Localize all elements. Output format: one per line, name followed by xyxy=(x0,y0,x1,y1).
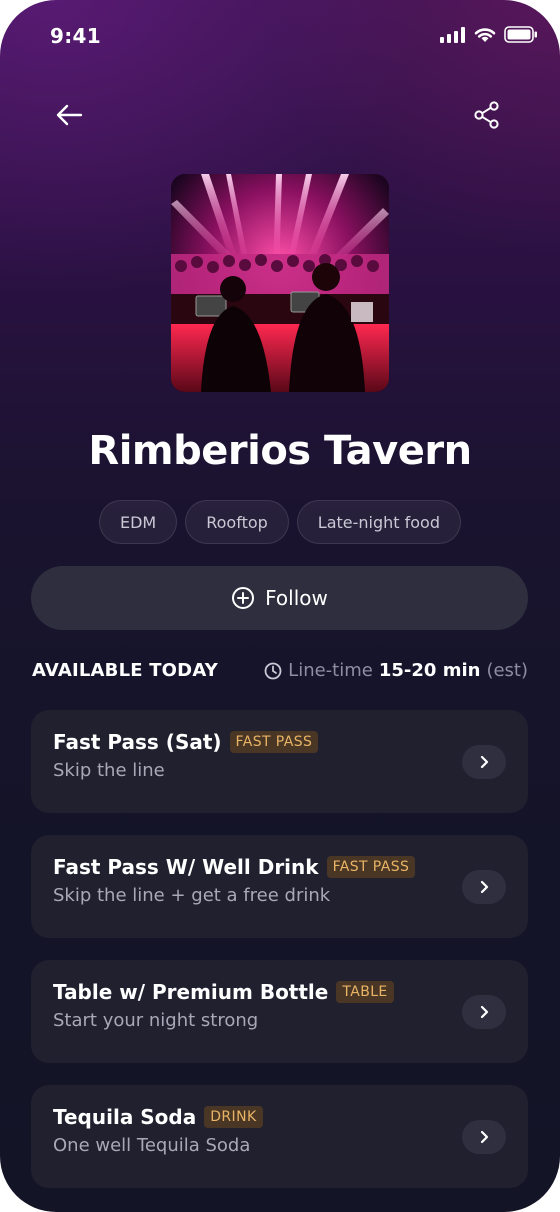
venue-title: Rimberios Tavern xyxy=(88,428,472,474)
tag-chip[interactable]: Late-night food xyxy=(296,500,461,544)
tag-chip[interactable]: EDM xyxy=(99,500,178,544)
share-icon xyxy=(474,101,499,129)
offer-card[interactable]: Fast Pass W/ Well Drink FAST PASS Skip t… xyxy=(31,835,528,938)
offer-badge: FAST PASS xyxy=(229,731,319,753)
phone-screen: 9:41 Rimberios Tavern EDM Rooftop Late-n… xyxy=(0,0,560,1212)
plus-circle-icon xyxy=(232,587,255,609)
venue-tags: EDM Rooftop Late-night food xyxy=(0,500,560,544)
wifi-icon xyxy=(474,27,496,42)
chevron-right-icon xyxy=(480,1130,489,1144)
offer-badge: DRINK xyxy=(204,1106,263,1128)
offer-badge: FAST PASS xyxy=(326,856,416,878)
line-time-note: (est) xyxy=(486,660,528,681)
offer-title: Tequila Soda xyxy=(53,1105,197,1129)
tag-chip[interactable]: Rooftop xyxy=(185,500,289,544)
offer-card[interactable]: Table w/ Premium Bottle TABLE Start your… xyxy=(31,960,528,1063)
offer-subtitle: Skip the line xyxy=(53,760,165,781)
line-time-label: Line-time xyxy=(288,660,373,681)
clock-icon xyxy=(264,662,282,679)
back-button[interactable] xyxy=(50,96,88,134)
offer-title: Fast Pass (Sat) xyxy=(53,730,222,754)
chevron-right-icon xyxy=(480,1005,489,1019)
chevron-right-icon xyxy=(480,755,489,769)
signal-icon xyxy=(440,26,465,43)
offer-list: Fast Pass (Sat) FAST PASS Skip the line … xyxy=(31,710,528,1210)
offer-open-button[interactable] xyxy=(462,995,506,1029)
venue-cover-image xyxy=(171,174,389,392)
battery-icon xyxy=(504,26,537,43)
offer-subtitle: Start your night strong xyxy=(53,1010,259,1031)
line-time-value: 15-20 min xyxy=(378,660,481,681)
chevron-right-icon xyxy=(480,880,489,894)
offer-open-button[interactable] xyxy=(462,1120,506,1154)
arrow-left-icon xyxy=(56,104,83,126)
offer-title: Fast Pass W/ Well Drink xyxy=(53,855,319,879)
line-time: Line-time 15-20 min (est) xyxy=(264,660,528,681)
status-time: 9:41 xyxy=(50,24,101,48)
offer-subtitle: One well Tequila Soda xyxy=(53,1135,251,1156)
offer-title: Table w/ Premium Bottle xyxy=(53,980,329,1004)
offer-subtitle: Skip the line + get a free drink xyxy=(53,885,331,906)
follow-button[interactable]: Follow xyxy=(31,566,528,630)
follow-label: Follow xyxy=(265,586,328,610)
offer-badge: TABLE xyxy=(336,981,394,1003)
offer-card[interactable]: Fast Pass (Sat) FAST PASS Skip the line xyxy=(31,710,528,813)
offer-open-button[interactable] xyxy=(462,745,506,779)
share-button[interactable] xyxy=(468,96,506,134)
offer-open-button[interactable] xyxy=(462,870,506,904)
section-title: AVAILABLE TODAY xyxy=(32,660,218,681)
offer-card[interactable]: Tequila Soda DRINK One well Tequila Soda xyxy=(31,1085,528,1188)
available-today-header: AVAILABLE TODAY Line-time 15-20 min (est… xyxy=(32,660,528,681)
status-icons xyxy=(440,26,538,43)
